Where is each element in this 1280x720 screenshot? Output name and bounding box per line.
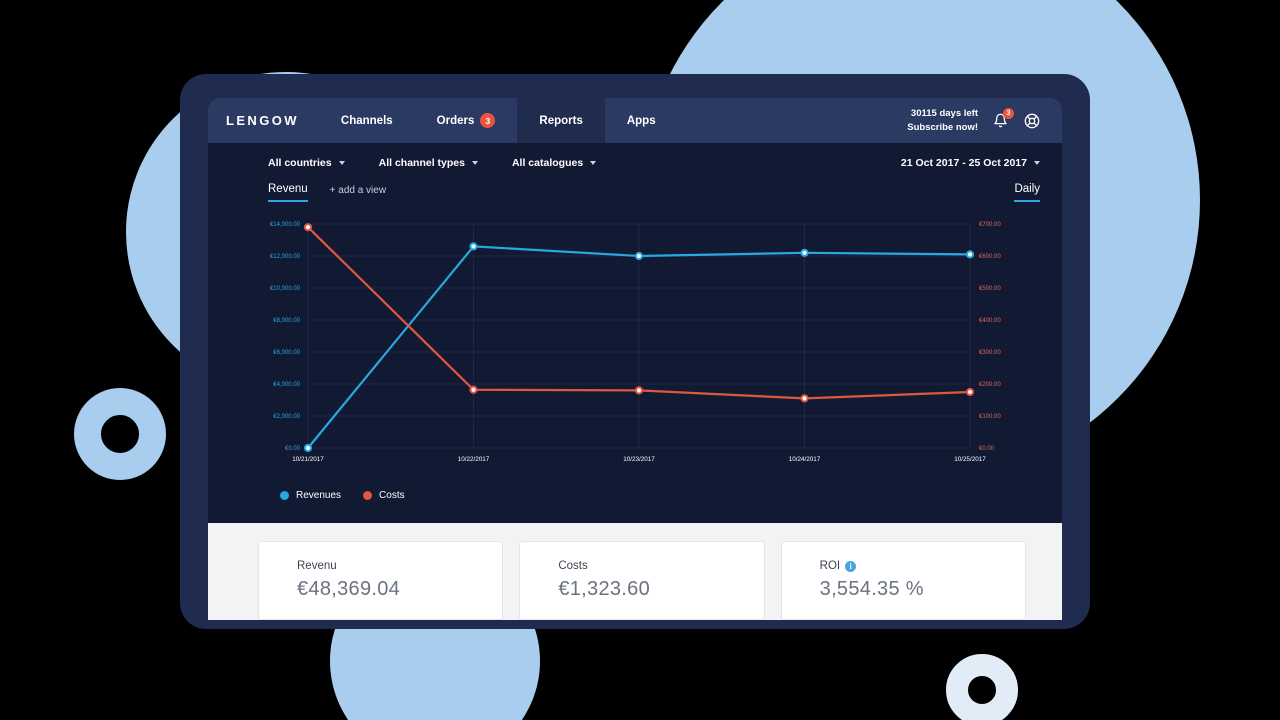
kpi-card-roi[interactable]: ROI i 3,554.35 % (780, 541, 1026, 620)
filter-catalogues[interactable]: All catalogues (511, 157, 597, 169)
svg-text:€400.00: €400.00 (979, 318, 1001, 324)
svg-text:€14,000.00: €14,000.00 (270, 222, 301, 228)
svg-text:€100.00: €100.00 (979, 414, 1001, 420)
kpi-value-revenu: €48,369.04 (297, 578, 401, 600)
chevron-down-icon (1034, 161, 1040, 165)
nav-item-apps[interactable]: Apps (605, 98, 678, 143)
subscription-days-left: 30115 days left (910, 107, 978, 119)
svg-text:10/24/2017: 10/24/2017 (789, 456, 821, 463)
page-root: LENGOW Channels Orders 3 Reports Apps 30… (0, 0, 1280, 720)
granularity-toggle-daily[interactable]: Daily (1014, 183, 1040, 202)
chevron-down-icon (590, 161, 597, 165)
kpi-value-costs: €1,323.60 (558, 578, 651, 600)
svg-text:€500.00: €500.00 (979, 286, 1001, 292)
kpi-card-strip: Revenu €48,369.04 Costs €1,323.60 ROI i … (208, 523, 1062, 620)
nav-item-orders[interactable]: Orders 3 (415, 98, 518, 143)
svg-text:€10,000.00: €10,000.00 (270, 286, 301, 292)
kpi-label-costs: Costs (558, 560, 588, 572)
date-range-picker[interactable]: 21 Oct 2017 - 25 Oct 2017 (901, 157, 1040, 169)
svg-text:€0.00: €0.00 (979, 446, 995, 452)
bell-notification-badge: 3 (1003, 107, 1014, 119)
svg-text:€200.00: €200.00 (979, 382, 1001, 388)
kpi-value-roi: 3,554.35 % (819, 578, 924, 600)
filter-channel-types[interactable]: All channel types (379, 157, 478, 169)
subscription-cta: Subscribe now! (907, 121, 978, 133)
bell-icon[interactable]: 3 (990, 107, 1014, 131)
chart-y-axis-right-labels: €0.00 €100.00 €200.00 €300.00 €400.00 €500.00… (979, 222, 1001, 452)
decorative-ring-bottom (946, 654, 1018, 720)
legend-color-dot (280, 491, 289, 500)
legend-item-costs[interactable]: Costs (363, 490, 405, 501)
filter-catalogues-label: All catalogues (511, 157, 584, 169)
svg-text:€12,000.00: €12,000.00 (270, 254, 301, 260)
revenue-costs-chart: €0.00 €2,000.00 €4,000.00 €6,000.00 €8,000.0… (208, 210, 1062, 480)
svg-text:€2,000.00: €2,000.00 (273, 414, 300, 420)
chart-y-axis-left-labels: €0.00 €2,000.00 €4,000.00 €6,000.00 €8,000.0… (270, 222, 301, 452)
svg-text:€6,000.00: €6,000.00 (273, 350, 300, 356)
view-tabs: Revenu + add a view Daily (208, 175, 1062, 202)
svg-text:€700.00: €700.00 (979, 222, 1001, 228)
tab-revenu[interactable]: Revenu (268, 183, 308, 202)
kpi-label-roi: ROI i (820, 560, 1025, 572)
legend-item-revenues[interactable]: Revenues (280, 490, 341, 501)
add-view-button[interactable]: + add a view (330, 185, 386, 202)
topnav-right-group: 30115 days left Subscribe now! 3 (907, 98, 1062, 143)
svg-text:10/21/2017: 10/21/2017 (292, 456, 324, 463)
kpi-label-roi-text: ROI (819, 560, 841, 572)
filter-bar: All countries All channel types All cata… (208, 143, 1062, 175)
filter-channel-types-label: All channel types (378, 157, 465, 169)
top-navigation-bar: LENGOW Channels Orders 3 Reports Apps 30… (208, 98, 1062, 143)
nav-label-channels: Channels (340, 114, 393, 127)
brand-logo[interactable]: LENGOW (208, 98, 319, 143)
svg-text:€300.00: €300.00 (979, 350, 1001, 356)
nav-label-orders: Orders (436, 114, 475, 127)
nav-item-channels[interactable]: Channels (319, 98, 415, 143)
info-icon[interactable]: i (845, 560, 857, 572)
svg-text:10/23/2017: 10/23/2017 (623, 456, 655, 463)
chart-legend: Revenues Costs (208, 480, 1062, 501)
svg-text:€4,000.00: €4,000.00 (273, 382, 300, 388)
chart-svg: €0.00 €2,000.00 €4,000.00 €6,000.00 €8,000.0… (270, 222, 1001, 463)
legend-color-dot (363, 491, 373, 500)
svg-text:€8,000.00: €8,000.00 (273, 318, 300, 324)
kpi-label-revenu: Revenu (297, 560, 337, 572)
svg-text:10/25/2017: 10/25/2017 (954, 456, 986, 463)
chevron-down-icon (471, 161, 478, 165)
filter-countries-label: All countries (268, 157, 332, 169)
legend-label-costs: Costs (379, 490, 405, 501)
subscription-notice[interactable]: 30115 days left Subscribe now! (907, 107, 978, 135)
kpi-card-costs[interactable]: Costs €1,323.60 (519, 541, 765, 620)
filter-countries[interactable]: All countries (268, 157, 345, 169)
svg-text:€0.00: €0.00 (285, 446, 301, 452)
decorative-ring-left (74, 388, 166, 480)
nav-item-reports[interactable]: Reports (517, 98, 605, 143)
svg-text:€600.00: €600.00 (979, 254, 1001, 260)
chevron-down-icon (338, 161, 345, 165)
lifebuoy-icon[interactable] (1022, 111, 1042, 131)
kpi-card-revenu[interactable]: Revenu €48,369.04 (258, 541, 504, 620)
nav-label-reports: Reports (539, 114, 583, 127)
nav-label-apps: Apps (626, 114, 656, 127)
svg-text:10/22/2017: 10/22/2017 (458, 456, 490, 463)
chart-x-axis-labels: 10/21/2017 10/22/2017 10/23/2017 10/24/2017… (292, 456, 986, 463)
date-range-label: 21 Oct 2017 - 25 Oct 2017 (900, 157, 1027, 169)
legend-label-revenues: Revenues (296, 490, 342, 501)
orders-count-badge: 3 (480, 113, 496, 128)
